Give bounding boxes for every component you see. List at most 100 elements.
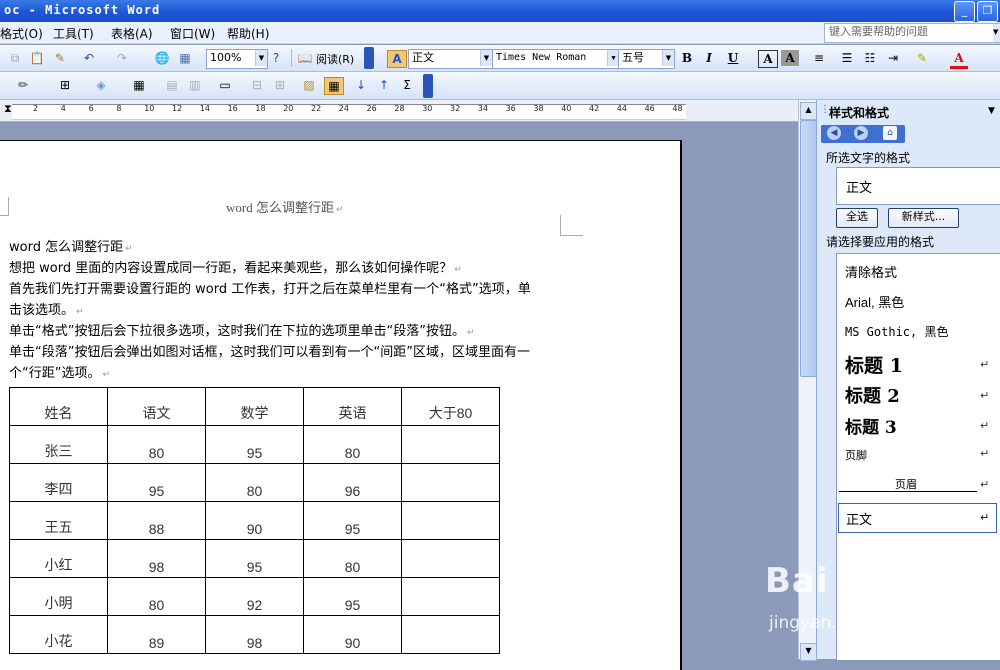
sort-ascending-icon[interactable]: ↓: [352, 77, 370, 93]
restore-button[interactable]: ❐: [977, 1, 998, 22]
table-cell[interactable]: 88: [107, 501, 206, 540]
score-table[interactable]: 姓名 语文 数学 英语 大于80 张三 80 95 80 李四 95 80 96…: [9, 387, 500, 654]
menu-window[interactable]: 窗口(W): [170, 25, 215, 42]
minimize-button[interactable]: _: [954, 1, 975, 22]
zoom-select[interactable]: 100% ▼: [206, 49, 268, 69]
italic-button[interactable]: I: [700, 50, 718, 66]
table-cell[interactable]: 98: [205, 615, 304, 654]
bullets-icon[interactable]: ☷: [861, 50, 879, 66]
table-cell[interactable]: 95: [107, 463, 206, 502]
table-cell[interactable]: [401, 577, 500, 616]
font-color-button[interactable]: A: [950, 50, 968, 69]
redo-icon[interactable]: ↷: [113, 50, 131, 66]
menu-help[interactable]: 帮助(H): [227, 25, 269, 42]
table-header-cell[interactable]: 英语: [303, 387, 402, 426]
doc-line[interactable]: word 怎么调整行距 ↵: [9, 236, 133, 255]
pane-menu-icon[interactable]: ▼: [988, 106, 995, 116]
table-cell[interactable]: 95: [205, 425, 304, 464]
forward-icon[interactable]: ▶: [854, 126, 868, 140]
menu-tools[interactable]: 工具(T): [53, 25, 94, 42]
table-cell[interactable]: 张三: [9, 425, 108, 464]
table-cell[interactable]: [401, 501, 500, 540]
table-cell[interactable]: 92: [205, 577, 304, 616]
back-icon[interactable]: ◀: [827, 126, 841, 140]
menu-format[interactable]: 格式(O): [0, 25, 43, 42]
underline-button[interactable]: U: [724, 50, 742, 66]
table-header-cell[interactable]: 数学: [205, 387, 304, 426]
table-cell[interactable]: [401, 463, 500, 502]
home-icon[interactable]: ⌂: [883, 126, 897, 140]
horizontal-ruler[interactable]: ⧗ 2 4 6 8 10 12 14 16 18 20 22 24 26 28 30 32 34 36 38 40 42…: [0, 100, 798, 122]
document-page[interactable]: word 怎么调整行距 ↵ word 怎么调整行距 ↵ 想把 word 里面的内容设…: [0, 140, 682, 670]
table-cell[interactable]: 98: [107, 539, 206, 578]
scroll-down-icon[interactable]: ▼: [800, 643, 817, 661]
selected-format-box[interactable]: 正文: [836, 167, 1000, 205]
style-item-heading-2[interactable]: 标题 2: [845, 382, 900, 408]
read-icon[interactable]: 📖: [296, 50, 314, 66]
split-cells-icon[interactable]: ▥: [186, 77, 204, 93]
distribute-rows-icon[interactable]: ⊟: [248, 77, 266, 93]
table-cell[interactable]: 95: [205, 539, 304, 578]
indent-icon[interactable]: ⇥: [884, 50, 902, 66]
table-cell[interactable]: 89: [107, 615, 206, 654]
copy-icon[interactable]: ⧉: [6, 50, 24, 66]
show-gridlines-icon[interactable]: ▦: [324, 77, 344, 95]
pencil-icon[interactable]: ✏: [14, 77, 32, 93]
doc-line[interactable]: 击该选项。 ↵: [9, 299, 84, 318]
style-item-heading-1[interactable]: 标题 1: [845, 351, 903, 378]
table-cell[interactable]: 80: [107, 425, 206, 464]
numbering-icon[interactable]: ☰: [838, 50, 856, 66]
char-shading-button[interactable]: A: [781, 50, 799, 66]
undo-icon[interactable]: ↶: [80, 50, 98, 66]
table-header-cell[interactable]: 大于80: [401, 387, 500, 426]
toolbar-options-icon[interactable]: [423, 74, 433, 98]
align-justify-icon[interactable]: ≡: [810, 50, 828, 66]
help-icon[interactable]: ?: [267, 50, 285, 66]
table-cell[interactable]: [401, 425, 500, 464]
help-dropdown-icon[interactable]: ▼: [993, 23, 1000, 43]
table-cell[interactable]: 80: [303, 425, 402, 464]
doc-line[interactable]: 单击“格式”按钮后会下拉很多选项，这时我们在下拉的选项里单击“段落”按钮。 ↵: [9, 320, 475, 339]
format-painter-icon[interactable]: ✎: [51, 50, 69, 66]
style-item-normal-selected[interactable]: 正文 ↵: [838, 503, 997, 533]
styles-pane-icon[interactable]: A: [387, 50, 407, 68]
style-item-header[interactable]: 页眉: [895, 476, 917, 492]
table-cell[interactable]: 小花: [9, 615, 108, 654]
table-cell[interactable]: 80: [303, 539, 402, 578]
style-item-ms-gothic[interactable]: MS Gothic, 黑色: [845, 323, 948, 340]
hyperlink-icon[interactable]: 🌐: [153, 50, 171, 66]
table-cell[interactable]: 80: [205, 463, 304, 502]
doc-line[interactable]: 个“行距”选项。 ↵: [9, 362, 110, 381]
table-cell[interactable]: 95: [303, 577, 402, 616]
table-header-cell[interactable]: 语文: [107, 387, 206, 426]
doc-line[interactable]: 首先我们先打开需要设置行距的 word 工作表，打开之后在菜单栏里有一个“格式”…: [9, 278, 531, 297]
table-autoformat-icon[interactable]: ▨: [300, 77, 318, 93]
table-cell[interactable]: 李四: [9, 463, 108, 502]
table-cell[interactable]: [401, 615, 500, 654]
table-cell[interactable]: 90: [205, 501, 304, 540]
merge-cells-icon[interactable]: ▤: [163, 77, 181, 93]
scroll-up-icon[interactable]: ▲: [800, 102, 817, 120]
table-cell[interactable]: 80: [107, 577, 206, 616]
font-size-select[interactable]: 五号 ▼: [618, 49, 675, 69]
table-cell[interactable]: 95: [303, 501, 402, 540]
scrollbar-thumb[interactable]: [800, 120, 817, 377]
indent-marker-icon[interactable]: ⧗: [4, 102, 12, 116]
sort-descending-icon[interactable]: ↑: [375, 77, 393, 93]
table-icon[interactable]: ▦: [176, 50, 194, 66]
distribute-columns-icon[interactable]: ⊞: [271, 77, 289, 93]
doc-line[interactable]: 想把 word 里面的内容设置成同一行距，看起来美观些，那么该如何操作呢？ ↵: [9, 257, 462, 276]
highlight-icon[interactable]: ✎: [913, 50, 931, 66]
table-cell[interactable]: 小红: [9, 539, 108, 578]
table-cell[interactable]: 90: [303, 615, 402, 654]
autosum-icon[interactable]: Σ: [398, 77, 416, 93]
table-header-cell[interactable]: 姓名: [9, 387, 108, 426]
bold-button[interactable]: B: [678, 50, 696, 66]
borders-icon[interactable]: ⊞: [56, 77, 74, 93]
table-cell[interactable]: 96: [303, 463, 402, 502]
select-all-button[interactable]: 全选: [836, 208, 878, 228]
style-select[interactable]: 正文 ▼: [408, 49, 493, 69]
char-border-button[interactable]: A: [758, 50, 778, 68]
paste-icon[interactable]: 📋: [28, 50, 46, 66]
style-item-clear-formatting[interactable]: 清除格式: [845, 262, 897, 281]
